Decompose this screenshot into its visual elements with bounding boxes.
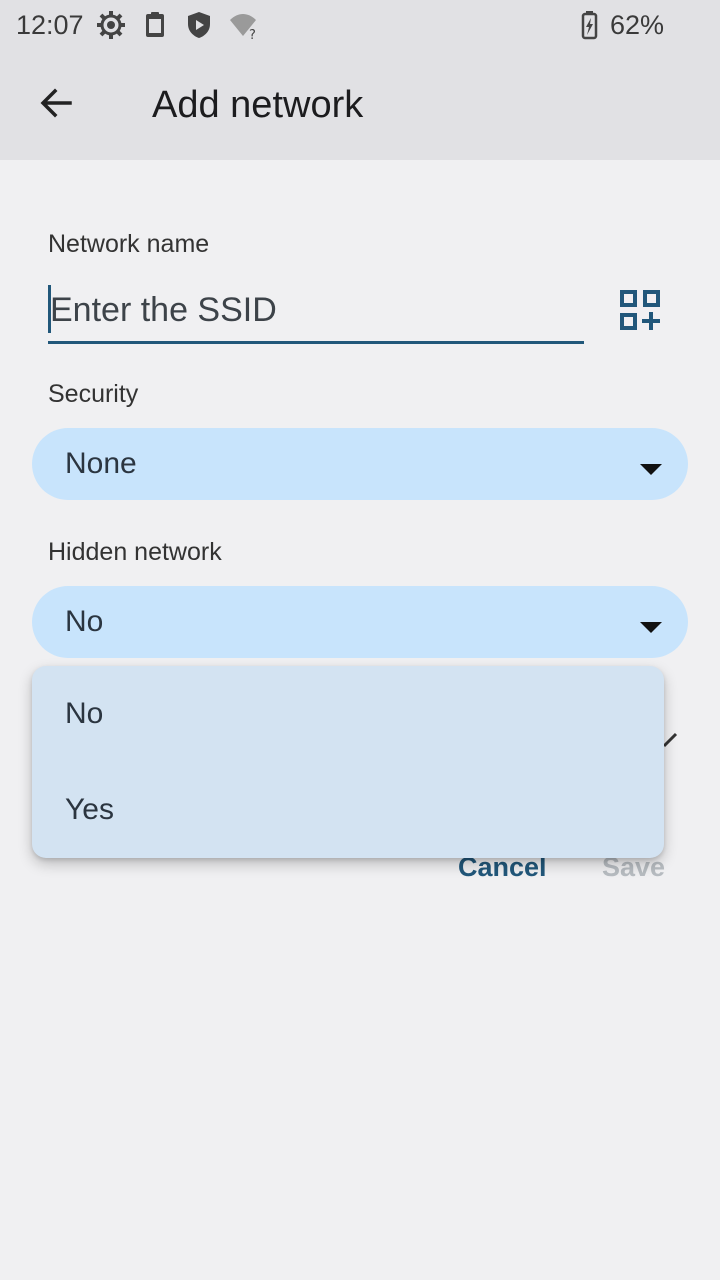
back-button[interactable] bbox=[22, 80, 90, 130]
settings-gear-icon bbox=[96, 10, 126, 40]
hidden-network-label: Hidden network bbox=[48, 538, 222, 566]
dropdown-arrow-icon bbox=[640, 622, 662, 633]
hidden-network-dropdown-menu: No Yes bbox=[32, 666, 664, 858]
app-bar: Add network bbox=[0, 50, 720, 160]
status-time: 12:07 bbox=[16, 9, 84, 40]
ssid-input[interactable] bbox=[48, 280, 584, 344]
text-cursor bbox=[48, 285, 51, 333]
clipboard-icon bbox=[140, 10, 170, 40]
security-value: None bbox=[65, 447, 137, 480]
battery-percentage: 62% bbox=[609, 9, 664, 40]
status-right: 62% bbox=[574, 10, 664, 41]
dropdown-option-no[interactable]: No bbox=[32, 666, 664, 762]
wifi-unknown-icon: ? bbox=[228, 10, 258, 43]
shield-play-icon bbox=[184, 10, 214, 40]
dropdown-arrow-icon bbox=[640, 464, 662, 475]
qr-code-add-icon bbox=[620, 289, 660, 335]
arrow-left-icon bbox=[36, 83, 76, 128]
hidden-network-value: No bbox=[65, 605, 104, 638]
dropdown-option-yes[interactable]: Yes bbox=[32, 762, 664, 858]
scan-qr-button[interactable] bbox=[612, 284, 668, 340]
page-title: Add network bbox=[152, 84, 364, 126]
security-select[interactable]: None bbox=[32, 428, 688, 500]
svg-text:?: ? bbox=[249, 28, 256, 40]
battery-charging-icon bbox=[574, 10, 604, 40]
security-label: Security bbox=[48, 380, 139, 408]
network-name-label: Network name bbox=[48, 230, 210, 258]
status-bar: 12:07 ? 62% bbox=[0, 0, 720, 50]
hidden-network-select[interactable]: No bbox=[32, 586, 688, 658]
